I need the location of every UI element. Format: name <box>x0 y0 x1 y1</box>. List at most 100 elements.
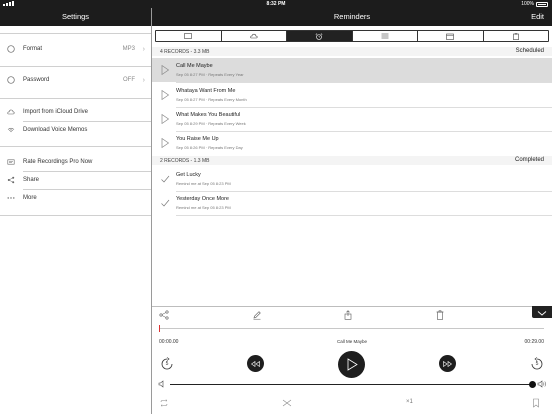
delete-icon[interactable] <box>435 310 445 320</box>
password-value: OFF <box>123 77 135 83</box>
chevron-right-icon: › <box>142 45 145 53</box>
rate-row[interactable]: Rate Recordings Pro Now <box>0 154 151 170</box>
alarm-clock-icon <box>315 32 323 40</box>
progress-bar[interactable] <box>159 325 544 332</box>
play-button[interactable] <box>338 351 365 378</box>
format-row[interactable]: Format MP3 › <box>0 41 151 57</box>
volume-high-icon <box>537 380 546 388</box>
pencil-icon[interactable] <box>252 310 262 320</box>
skip-forward-button[interactable]: 5 <box>530 357 544 371</box>
list-item[interactable]: Call Me Maybe Sep 05 8:27 PM · Repeats E… <box>152 58 552 82</box>
settings-nav-bar: Settings <box>0 8 151 26</box>
tab-cloud[interactable] <box>222 31 287 41</box>
scheduled-count: 4 RECORDS - 3.3 MB <box>160 49 210 55</box>
player-divider <box>152 306 552 307</box>
wifi-icon <box>7 126 15 134</box>
play-icon[interactable] <box>160 113 170 125</box>
circle-icon <box>7 45 15 53</box>
play-icon[interactable] <box>160 64 170 76</box>
voice-memos-row[interactable]: Download Voice Memos <box>0 122 151 138</box>
playhead[interactable] <box>159 325 160 332</box>
password-label: Password <box>23 77 50 83</box>
skip-back-button[interactable]: 5 <box>160 357 174 371</box>
play-icon <box>347 358 358 371</box>
tab-calendar[interactable] <box>418 31 484 41</box>
completed-count: 2 RECORDS - 1.3 MB <box>160 158 210 164</box>
battery-percent: 100% <box>521 1 534 7</box>
share-icon[interactable] <box>159 310 169 320</box>
settings-title: Settings <box>61 12 90 21</box>
play-icon[interactable] <box>160 137 170 149</box>
divider <box>0 146 151 147</box>
chevron-down-icon <box>537 311 547 316</box>
list-item[interactable]: Whataya Want From Me Sep 05 8:27 PM · Re… <box>152 83 552 107</box>
ellipsis-icon <box>7 194 15 202</box>
recording-title: What Makes You Beautiful <box>176 112 241 118</box>
icloud-import-label: Import from iCloud Drive <box>23 109 89 115</box>
clipboard-icon <box>512 32 519 40</box>
divider <box>0 98 151 99</box>
share-icon <box>7 176 15 184</box>
format-value: MP3 <box>122 46 135 52</box>
reminders-title: Reminders <box>333 12 371 21</box>
tab-alarm[interactable] <box>287 31 353 41</box>
circle-icon <box>7 76 15 84</box>
now-playing-title: Call Me Maybe <box>336 339 367 344</box>
share-row[interactable]: Share <box>0 172 151 188</box>
play-icon[interactable] <box>160 89 170 101</box>
edit-button[interactable]: Edit <box>531 8 544 26</box>
checkmark-icon <box>161 199 170 207</box>
list-item[interactable]: What Makes You Beautiful Sep 05 8:29 PM … <box>152 107 552 131</box>
recording-title: Yesterday Once More <box>176 196 229 202</box>
format-label: Format <box>23 46 43 52</box>
list-icon <box>381 33 389 39</box>
more-label: More <box>23 195 37 201</box>
recording-schedule: Sep 05 8:27 PM · Repeats Every Month <box>176 97 247 102</box>
skip-back-seconds: 5 <box>165 361 169 367</box>
reminder-time: Remind me at Sep 05 8:23 PM <box>176 205 231 210</box>
reminders-nav-bar: Reminders Edit <box>152 8 552 26</box>
status-time: 8:32 PM <box>266 1 286 7</box>
bookmark-icon[interactable] <box>531 398 541 408</box>
export-icon[interactable] <box>343 310 353 320</box>
chevron-right-icon: › <box>142 76 145 84</box>
rate-label: Rate Recordings Pro Now <box>23 159 93 165</box>
screen-icon <box>184 33 193 39</box>
rate-icon <box>7 158 15 166</box>
checkmark-icon <box>161 175 170 183</box>
total-duration: 00:29.00 <box>524 339 544 345</box>
collapse-player-button[interactable] <box>532 306 552 318</box>
scheduled-label: Scheduled <box>515 48 544 54</box>
recording-schedule: Sep 05 8:29 PM · Repeats Every Week <box>176 121 246 126</box>
more-row[interactable]: More <box>0 190 151 206</box>
tab-list[interactable] <box>353 31 418 41</box>
previous-button[interactable] <box>247 355 264 372</box>
status-bar: 8:32 PM 100% <box>0 0 552 8</box>
password-row[interactable]: Password OFF › <box>0 72 151 88</box>
playback-speed[interactable]: ×1 <box>406 399 413 405</box>
cloud-icon <box>7 108 15 116</box>
tab-screen[interactable] <box>156 31 222 41</box>
list-item[interactable]: Get Lucky Remind me at Sep 05 8:23 PM <box>152 167 552 191</box>
completed-section-header: 2 RECORDS - 1.3 MB Completed <box>152 156 552 165</box>
calendar-icon <box>446 33 455 40</box>
volume-knob[interactable] <box>529 381 536 388</box>
list-item[interactable]: Yesterday Once More Remind me at Sep 05 … <box>152 191 552 215</box>
skip-forward-seconds: 5 <box>535 361 539 367</box>
repeat-icon[interactable] <box>159 398 169 408</box>
tab-clipboard[interactable] <box>484 31 549 41</box>
trim-icon[interactable] <box>282 398 292 408</box>
cloud-icon <box>250 33 258 39</box>
volume-slider[interactable] <box>170 384 532 385</box>
divider <box>0 66 151 67</box>
divider <box>0 215 151 216</box>
list-item[interactable]: You Raise Me Up Sep 05 8:26 PM · Repeats… <box>152 131 552 155</box>
icloud-import-row[interactable]: Import from iCloud Drive <box>0 104 151 120</box>
reminder-time: Remind me at Sep 05 8:23 PM <box>176 181 231 186</box>
next-icon <box>443 360 452 367</box>
divider <box>176 215 552 216</box>
recording-title: Call Me Maybe <box>176 63 213 69</box>
settings-sidebar: Format MP3 › Password OFF › Import from … <box>0 26 151 414</box>
recording-title: Get Lucky <box>176 172 201 178</box>
next-button[interactable] <box>439 355 456 372</box>
